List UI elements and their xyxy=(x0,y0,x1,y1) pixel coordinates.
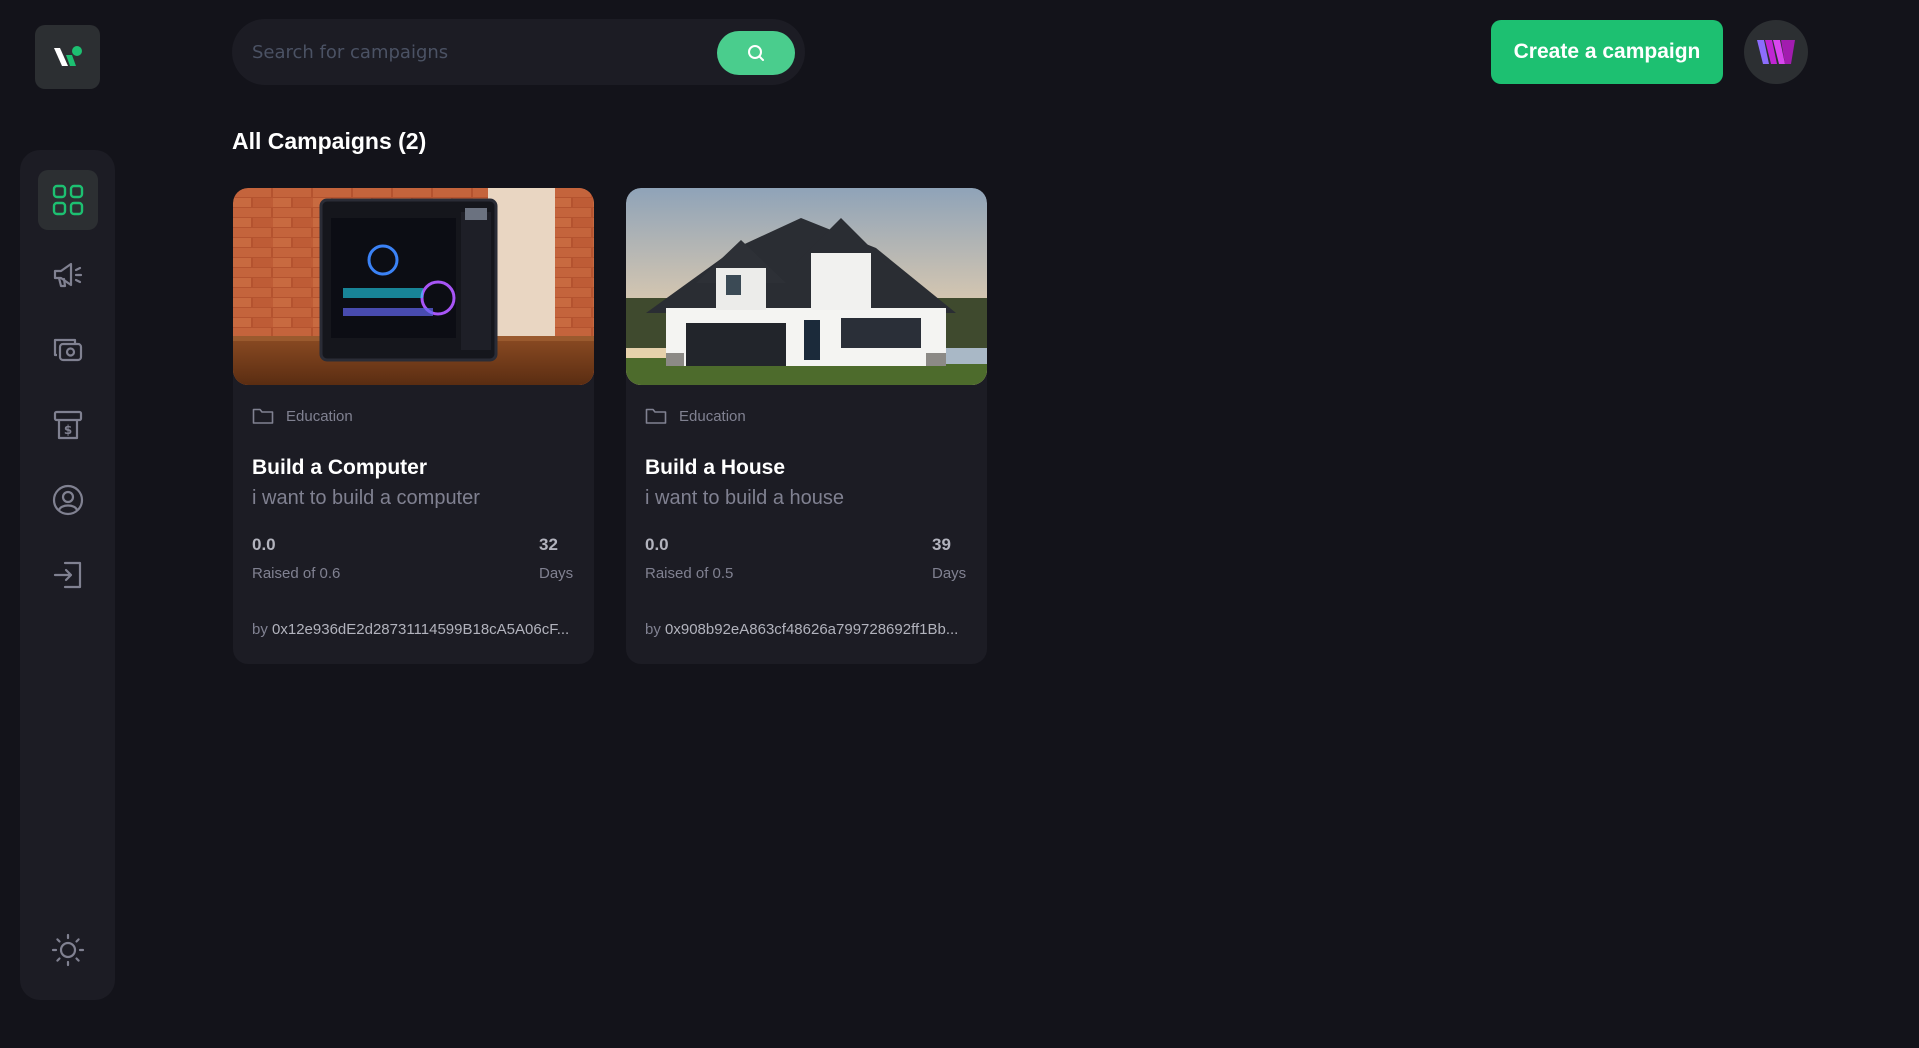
sun-icon xyxy=(51,933,85,967)
search-bar xyxy=(232,19,805,85)
avatar-logo-icon xyxy=(1757,40,1795,64)
logo-icon xyxy=(53,46,82,66)
campaign-image-computer xyxy=(233,188,594,385)
nav-profile[interactable] xyxy=(38,470,98,530)
search-input[interactable] xyxy=(252,19,712,85)
days-label: Days xyxy=(539,565,574,582)
campaign-card[interactable]: Education Build a Computer i want to bui… xyxy=(233,188,594,664)
campaign-description: i want to build a house xyxy=(645,487,845,509)
owner-address: 0x908b92eA863cf48626a799728692ff1Bb... xyxy=(665,621,959,638)
campaign-description: i want to build a computer xyxy=(252,487,480,509)
nav-dashboard[interactable] xyxy=(38,170,98,230)
megaphone-icon xyxy=(53,262,83,288)
category-label: Education xyxy=(286,407,353,425)
svg-text:$: $ xyxy=(64,423,72,437)
raised-amount: 0.0 xyxy=(252,535,276,554)
nav-logout[interactable] xyxy=(38,545,98,605)
days-left: 39 xyxy=(932,535,951,554)
folder-icon xyxy=(252,408,274,424)
days-left: 32 xyxy=(539,535,558,554)
profile-icon xyxy=(52,484,84,516)
search-icon xyxy=(748,45,764,61)
campaign-category: Education xyxy=(252,407,353,425)
folder-icon xyxy=(645,408,667,424)
nav-withdraw[interactable]: $ xyxy=(38,395,98,455)
sidebar: $ xyxy=(20,150,115,1000)
profile-avatar[interactable] xyxy=(1744,20,1808,84)
app-logo[interactable] xyxy=(35,25,100,89)
theme-toggle[interactable] xyxy=(38,920,98,980)
campaign-image-house xyxy=(626,188,987,385)
campaign-title: Build a Computer xyxy=(252,456,428,479)
owner-prefix: by xyxy=(252,621,268,638)
campaign-title: Build a House xyxy=(645,456,786,479)
campaign-category: Education xyxy=(645,407,746,425)
logout-icon xyxy=(53,561,82,589)
withdraw-icon: $ xyxy=(53,410,83,440)
payment-icon xyxy=(53,338,83,362)
raised-label: Raised of 0.5 xyxy=(645,565,734,582)
days-label: Days xyxy=(932,565,967,582)
owner-address: 0x12e936dE2d28731114599B18cA5A06cF... xyxy=(272,621,570,638)
owner-prefix: by xyxy=(645,621,661,638)
category-label: Education xyxy=(679,407,746,425)
nav-campaign[interactable] xyxy=(38,245,98,305)
campaign-owner: by 0x908b92eA863cf48626a799728692ff1Bb..… xyxy=(645,621,970,638)
dashboard-icon xyxy=(52,184,84,216)
raised-label: Raised of 0.6 xyxy=(252,565,341,582)
campaign-card[interactable]: Education Build a House i want to build … xyxy=(626,188,987,664)
create-campaign-button[interactable]: Create a campaign xyxy=(1491,20,1723,84)
raised-amount: 0.0 xyxy=(645,535,669,554)
page-title: All Campaigns (2) xyxy=(232,128,427,154)
nav-payment[interactable] xyxy=(38,320,98,380)
campaign-owner: by 0x12e936dE2d28731114599B18cA5A06cF... xyxy=(252,621,577,638)
search-button[interactable] xyxy=(717,31,795,75)
